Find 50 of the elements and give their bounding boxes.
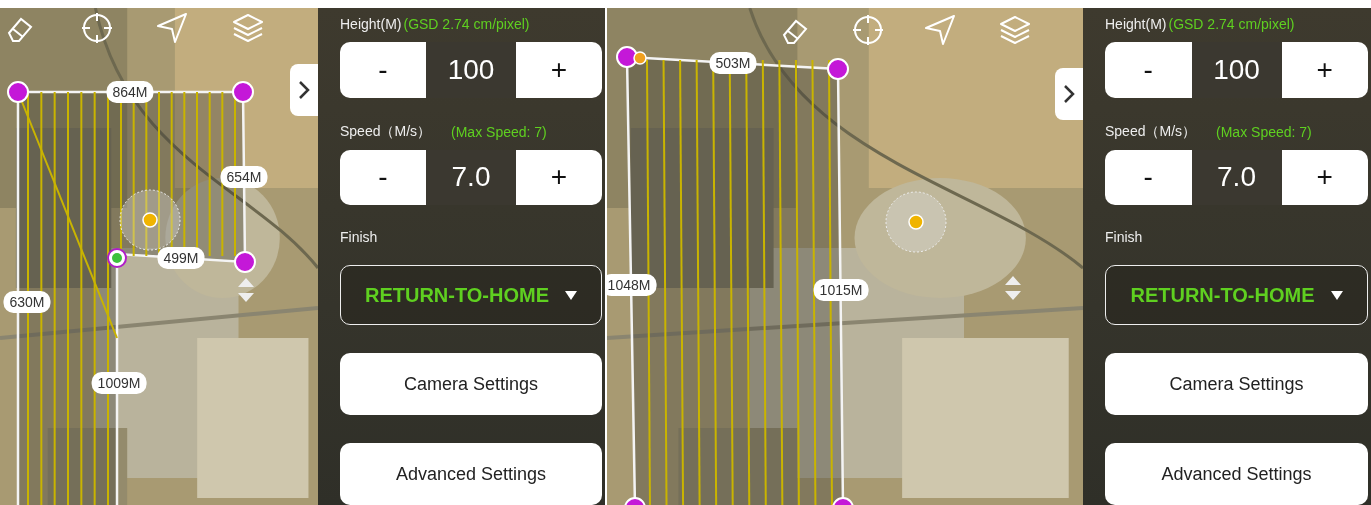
collapse-tab[interactable] <box>1055 68 1083 120</box>
collapse-tab[interactable] <box>290 64 318 116</box>
decrease-button[interactable]: - <box>1105 149 1192 205</box>
value-display: 100 <box>1191 42 1282 98</box>
decrease-button[interactable]: - <box>1105 42 1192 98</box>
field-hint: (GSD 2.74 cm/pixel) <box>1168 16 1295 33</box>
field-label: Speed（M/s） <box>1105 122 1197 141</box>
distance-label: 654M <box>220 166 268 188</box>
increase-button[interactable]: + <box>516 149 602 205</box>
distance-label: 1015M <box>813 279 869 301</box>
distance-label: 1009M <box>91 372 147 394</box>
value-display: 7.0 <box>426 149 516 205</box>
field-label: Finish <box>340 229 379 245</box>
increase-button[interactable]: + <box>1281 42 1368 98</box>
settings-button[interactable]: Camera Settings <box>1105 353 1368 415</box>
finish-dropdown[interactable]: RETURN-TO-HOME <box>340 265 602 325</box>
field-label: Height(M) <box>340 16 402 33</box>
home-point-icon[interactable] <box>119 189 181 251</box>
distance-label: 499M <box>157 247 205 269</box>
settings-button[interactable]: Advanced Settings <box>340 443 602 505</box>
crosshair-icon[interactable] <box>851 13 885 47</box>
finish-dropdown[interactable]: RETURN-TO-HOME <box>1105 265 1368 325</box>
value-display: 100 <box>426 42 516 98</box>
decrease-button[interactable]: - <box>340 42 426 98</box>
up-down-arrows-icon[interactable] <box>238 278 254 302</box>
chevron-right-icon <box>1063 84 1075 104</box>
increase-button[interactable]: + <box>1281 149 1368 205</box>
distance-label: 503M <box>709 52 757 74</box>
decrease-button[interactable]: - <box>340 149 426 205</box>
crosshair-icon[interactable] <box>80 11 114 45</box>
distance-label: 864M <box>106 81 154 103</box>
field-label: Finish <box>1105 229 1144 245</box>
value-display: 7.0 <box>1191 149 1282 205</box>
vertex-marker[interactable] <box>832 497 854 505</box>
chevron-right-icon <box>298 80 310 100</box>
settings-button[interactable]: Camera Settings <box>340 353 602 415</box>
increase-button[interactable]: + <box>516 42 602 98</box>
navigation-arrow-icon[interactable] <box>155 11 189 45</box>
settings-button[interactable]: Advanced Settings <box>1105 443 1368 505</box>
distance-label: 1048M <box>607 274 657 296</box>
caret-icon <box>1330 290 1343 300</box>
field-label: Height(M) <box>1105 16 1167 33</box>
field-hint: (Max Speed: 7) <box>451 123 547 140</box>
field-label: Speed（M/s） <box>340 122 432 141</box>
distance-label: 630M <box>3 291 51 313</box>
up-down-arrows-icon[interactable] <box>1005 276 1021 300</box>
field-hint: (GSD 2.74 cm/pixel) <box>403 16 530 33</box>
vertex-marker[interactable] <box>624 497 646 505</box>
caret-icon <box>565 290 578 300</box>
field-hint: (Max Speed: 7) <box>1216 123 1312 140</box>
